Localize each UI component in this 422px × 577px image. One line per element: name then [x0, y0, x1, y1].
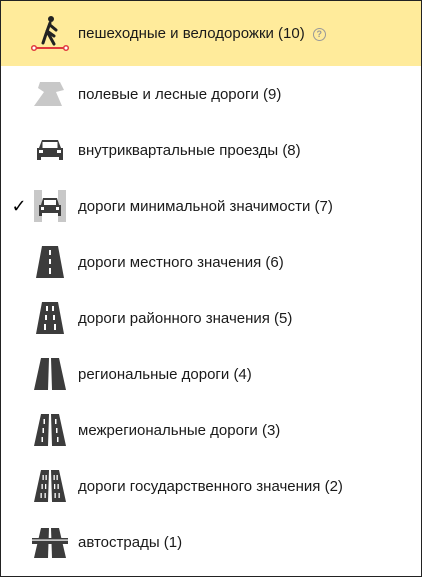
road-type-label: пешеходные и велодорожки (10)?: [78, 25, 326, 42]
road-type-item-highway[interactable]: автострады (1): [1, 514, 421, 570]
road-type-item-dirt[interactable]: полевые и лесные дороги (9): [1, 66, 421, 122]
road-type-item-pedestrian[interactable]: пешеходные и велодорожки (10)?: [1, 1, 421, 66]
local-road-icon: [30, 242, 70, 282]
road-type-label: автострады (1): [78, 533, 183, 551]
help-icon[interactable]: ?: [312, 28, 326, 41]
road-type-item-district[interactable]: дороги районного значения (5): [1, 290, 421, 346]
road-type-label: дороги районного значения (5): [78, 309, 293, 327]
car-road-icon: [30, 186, 70, 226]
road-type-item-regional[interactable]: региональные дороги (4): [1, 346, 421, 402]
road-type-item-interregional[interactable]: межрегиональные дороги (3): [1, 402, 421, 458]
road-type-label: дороги местного значения (6): [78, 253, 284, 271]
district-road-icon: [30, 298, 70, 338]
road-type-label: внутриквартальные проезды (8): [78, 141, 301, 159]
road-type-item-local[interactable]: дороги местного значения (6): [1, 234, 421, 290]
road-type-menu: пешеходные и велодорожки (10)? полевые и…: [0, 0, 422, 577]
road-type-item-national[interactable]: дороги государственного значения (2): [1, 458, 421, 514]
road-type-label: дороги минимальной значимости (7): [78, 197, 333, 215]
interregional-road-icon: [30, 410, 70, 450]
checkmark-icon: ✓: [11, 195, 27, 216]
dirt-road-icon: [30, 74, 70, 114]
national-road-icon: [30, 466, 70, 506]
car-icon: [30, 130, 70, 170]
road-type-item-intra-block[interactable]: внутриквартальные проезды (8): [1, 122, 421, 178]
road-type-label: региональные дороги (4): [78, 365, 252, 383]
road-type-item-minimal[interactable]: ✓ дороги минимальной значимости (7): [1, 178, 421, 234]
road-type-label: полевые и лесные дороги (9): [78, 85, 282, 103]
regional-road-icon: [30, 354, 70, 394]
pedestrian-bicycle-path-icon: [30, 14, 70, 54]
highway-icon: [30, 522, 70, 562]
road-type-label: межрегиональные дороги (3): [78, 421, 281, 439]
road-type-label: дороги государственного значения (2): [78, 477, 343, 495]
